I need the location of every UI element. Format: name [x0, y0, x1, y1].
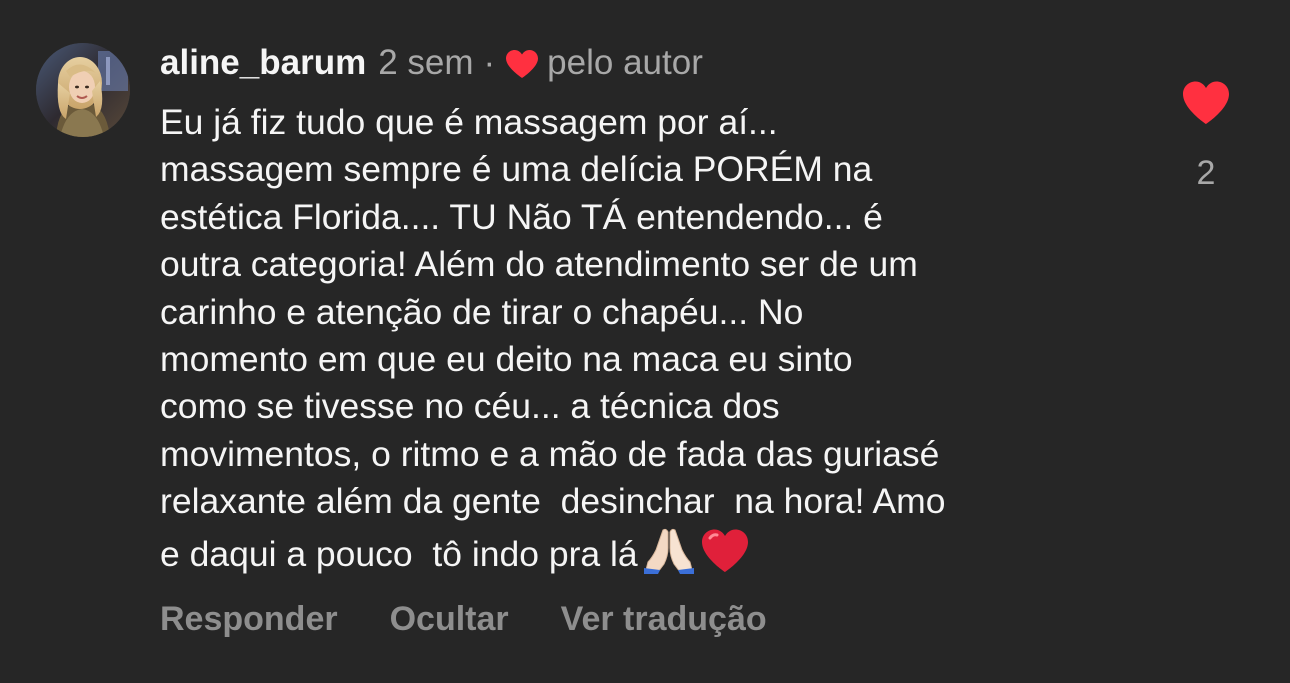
comment-actions: Responder Ocultar Ver tradução	[160, 600, 819, 639]
reply-button[interactable]: Responder	[160, 600, 338, 639]
comment-text-line: massagem sempre é uma delícia PORÉM na	[160, 149, 873, 190]
avatar[interactable]	[36, 43, 130, 137]
comment-time: 2 sem	[378, 43, 474, 82]
separator-dot: ·	[483, 43, 496, 82]
liked-by-author-heart-icon	[505, 48, 539, 78]
like-count[interactable]: 2	[1176, 154, 1236, 193]
comment-text-last-line: e daqui a pouco tô indo pra lá	[160, 526, 1140, 578]
comment-header: aline_barum 2 sem · pelo autor	[160, 40, 703, 86]
comment-text-line: outra categoria! Além do atendimento ser…	[160, 244, 918, 285]
username[interactable]: aline_barum	[160, 43, 366, 83]
comment-text-line: e daqui a pouco tô indo pra lá	[160, 533, 638, 574]
comment-text-line: estética Florida.... TU Não TÁ entendend…	[160, 196, 883, 237]
comment: aline_barum 2 sem · pelo autor Eu já fiz…	[0, 0, 1290, 683]
red-heart-icon	[700, 528, 750, 574]
comment-text-line: relaxante além da gente desinchar na hor…	[160, 481, 946, 522]
comment-text-line: momento em que eu deito na maca eu sinto	[160, 339, 853, 380]
comment-text-line: movimentos, o ritmo e a mão de fada das …	[160, 433, 940, 474]
like-heart-icon[interactable]	[1181, 80, 1231, 126]
avatar-image	[36, 43, 130, 137]
comment-text-line: carinho e atenção de tirar o chapéu... N…	[160, 291, 804, 332]
folded-hands-icon	[643, 526, 694, 574]
liked-by-author-label: pelo autor	[547, 43, 703, 82]
like-column: 2	[1176, 80, 1236, 193]
comment-text-line: como se tivesse no céu... a técnica dos	[160, 386, 780, 427]
comment-text: Eu já fiz tudo que é massagem por aí... …	[160, 99, 1140, 578]
translate-button[interactable]: Ver tradução	[561, 600, 767, 639]
hide-button[interactable]: Ocultar	[390, 600, 509, 639]
comment-text-line: Eu já fiz tudo que é massagem por aí...	[160, 102, 778, 142]
